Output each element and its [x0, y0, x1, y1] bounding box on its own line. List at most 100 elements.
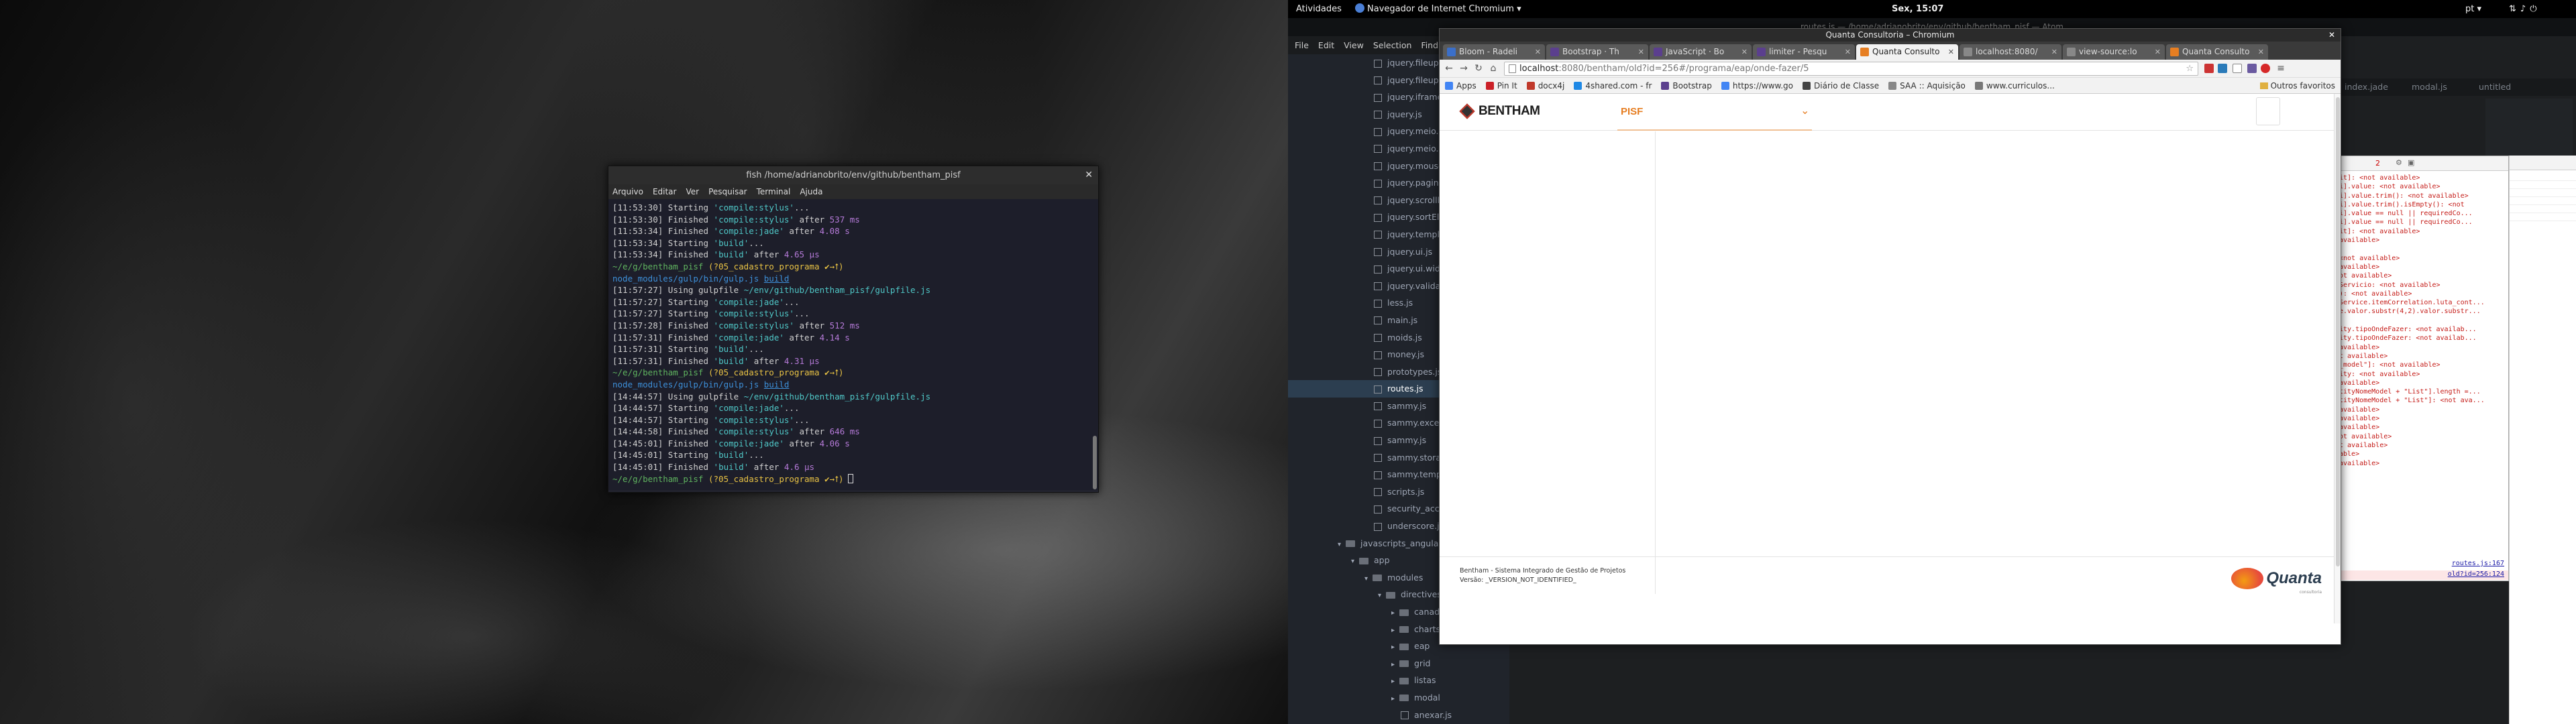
close-icon[interactable]: ✕: [1948, 44, 1954, 60]
terminal-scrollbar[interactable]: [1093, 436, 1097, 489]
bookmark-item[interactable]: 4shared.com - fr: [1574, 78, 1652, 93]
chevron-right-icon[interactable]: ▾: [1338, 536, 1346, 554]
bookmark-item[interactable]: docx4j: [1526, 78, 1564, 93]
clock[interactable]: Sex, 15:07: [1892, 0, 1943, 18]
browser-tab[interactable]: JavaScript · Bo ✕: [1650, 44, 1752, 60]
bookmark-item[interactable]: Apps: [1445, 78, 1477, 93]
address-bar[interactable]: localhost:8080/bentham/old?id=256#/progr…: [1504, 62, 2198, 76]
chevron-right-icon[interactable]: ▸: [1391, 673, 1399, 690]
close-icon[interactable]: ✕: [2328, 29, 2335, 42]
bookmark-item[interactable]: https://www.go: [1721, 78, 1793, 93]
file-icon: [1374, 111, 1382, 119]
browser-tab[interactable]: Bootstrap · Th ✕: [1546, 44, 1648, 60]
browser-tab[interactable]: localhost:8080/ ✕: [1960, 44, 2061, 60]
bookmark-item[interactable]: Diário de Classe: [1803, 78, 1879, 93]
atom-tab[interactable]: modal.js: [2412, 82, 2447, 92]
bookmark-other-folder[interactable]: Outros favoritos: [2255, 78, 2335, 93]
bookmark-item[interactable]: www.curriculos...: [1974, 78, 2055, 93]
atom-tab[interactable]: index.jade: [2345, 82, 2388, 92]
atom-menu-item[interactable]: File: [1295, 36, 1309, 54]
system-selector-label[interactable]: PISF: [1621, 106, 1643, 117]
terminal-output[interactable]: [11:53:30] Starting 'compile:stylus'...[…: [608, 199, 1098, 490]
devtools-watch-values: it]: <not available> i].value: <not avail…: [2335, 171, 2508, 538]
close-icon[interactable]: ✕: [2051, 44, 2057, 60]
atom-menu-item[interactable]: View: [1344, 36, 1364, 54]
menu-icon[interactable]: ≡: [2274, 62, 2288, 75]
browser-tab[interactable]: Bloom - Radeli ✕: [1443, 44, 1545, 60]
browser-tab[interactable]: Quanta Consulto ✕: [1856, 44, 1958, 60]
chevron-right-icon[interactable]: ▸: [1391, 690, 1399, 708]
chevron-down-icon[interactable]: ⌄: [1801, 104, 1809, 117]
tree-folder[interactable]: ▸ listas: [1288, 672, 1509, 689]
terminal-menu-item[interactable]: Ver: [686, 184, 699, 199]
callstack-link[interactable]: routes.js:167: [2335, 558, 2508, 569]
folder-icon: [1399, 660, 1409, 668]
atom-menu-item[interactable]: Edit: [1318, 36, 1334, 54]
extension-icon[interactable]: [2261, 64, 2270, 73]
user-menu-button[interactable]: [2256, 97, 2280, 125]
extension-icon[interactable]: [2204, 64, 2214, 73]
chevron-right-icon[interactable]: ▾: [1364, 570, 1373, 588]
star-icon[interactable]: ☆: [2186, 62, 2194, 75]
app-menu[interactable]: Navegador de Internet Chromium ▾: [1355, 0, 1521, 18]
reload-icon[interactable]: ↻: [1472, 62, 1485, 75]
dock-icon[interactable]: ▣: [2408, 158, 2414, 167]
error-count-badge[interactable]: 2: [2375, 159, 2380, 168]
browser-tab[interactable]: limiter - Pesqu ✕: [1753, 44, 1855, 60]
tab-favicon-icon: [1964, 48, 1972, 56]
bentham-logo[interactable]: BENTHAM: [1459, 103, 1540, 119]
chevron-right-icon[interactable]: ▸: [1391, 605, 1399, 622]
extension-icon[interactable]: [2247, 64, 2257, 73]
terminal-menu-item[interactable]: Ajuda: [800, 184, 822, 199]
bookmark-item[interactable]: Bootstrap: [1661, 78, 1712, 93]
close-icon[interactable]: ✕: [1741, 44, 1748, 60]
close-icon[interactable]: ✕: [2155, 44, 2161, 60]
tree-folder[interactable]: ▸ grid: [1288, 655, 1509, 672]
close-icon[interactable]: ✕: [2258, 44, 2264, 60]
tree-folder[interactable]: ▸ modal: [1288, 689, 1509, 707]
bookmark-item[interactable]: SAA :: Aquisição: [1888, 78, 1966, 93]
terminal-menu-item[interactable]: Pesquisar: [708, 184, 747, 199]
devtools-panel[interactable]: 2 ⚙ ▣ ⏸ it]: <not available>i].value: <n…: [2334, 156, 2509, 581]
cast-icon[interactable]: [2233, 64, 2242, 73]
forward-icon[interactable]: →: [1457, 62, 1470, 75]
chevron-right-icon[interactable]: ▾: [1378, 587, 1386, 605]
extension-icon[interactable]: [2218, 64, 2227, 73]
volume-icon: ♪: [2520, 4, 2530, 14]
chevron-right-icon[interactable]: ▾: [1351, 553, 1359, 570]
browser-tab[interactable]: Quanta Consulto ✕: [2166, 44, 2268, 60]
terminal-menu-item[interactable]: Editar: [653, 184, 677, 199]
close-icon[interactable]: ✕: [1535, 44, 1541, 60]
close-icon[interactable]: ✕: [1638, 44, 1644, 60]
atom-menu-item[interactable]: Selection: [1373, 36, 1412, 54]
back-icon[interactable]: ←: [1442, 62, 1456, 75]
chevron-right-icon[interactable]: ▸: [1391, 622, 1399, 640]
file-icon: [1374, 265, 1382, 274]
close-icon[interactable]: ✕: [1845, 44, 1851, 60]
close-icon[interactable]: ✕: [1085, 166, 1093, 184]
terminal-line: [11:57:27] Using gulpfile ~/env/github/b…: [612, 284, 1094, 296]
browser-tab[interactable]: view-source:lo ✕: [2063, 44, 2165, 60]
chevron-right-icon[interactable]: ▸: [1391, 656, 1399, 674]
system-tray[interactable]: ⇅♪⏻: [2509, 0, 2541, 18]
callstack-link[interactable]: old?id=256:124: [2335, 569, 2508, 580]
keyboard-layout[interactable]: pt ▾: [2465, 0, 2481, 18]
bentham-logo-mark: [1459, 103, 1475, 119]
chromium-titlebar[interactable]: Quanta Consultoria – Chromium ✕: [1440, 29, 2341, 42]
atom-menu-item[interactable]: Find: [1421, 36, 1438, 54]
bookmark-item[interactable]: Pin It: [1485, 78, 1517, 93]
atom-tab[interactable]: untitled: [2479, 82, 2511, 92]
terminal-menu-item[interactable]: Arquivo: [612, 184, 643, 199]
terminal-menu-item[interactable]: Terminal: [757, 184, 791, 199]
home-icon[interactable]: ⌂: [1487, 62, 1500, 75]
activities-button[interactable]: Atividades: [1296, 0, 1342, 18]
page-scrollbar[interactable]: [2334, 94, 2341, 623]
terminal-titlebar[interactable]: fish /home/adrianobrito/env/github/benth…: [608, 166, 1098, 184]
terminal-window[interactable]: fish /home/adrianobrito/env/github/benth…: [608, 166, 1099, 493]
gear-icon[interactable]: ⚙: [2396, 158, 2402, 167]
page-scrollbar-thumb[interactable]: [2336, 97, 2340, 566]
chromium-window[interactable]: Quanta Consultoria – Chromium ✕ Bloom - …: [1439, 28, 2341, 645]
chevron-right-icon[interactable]: ▸: [1391, 639, 1399, 656]
terminal-line: [11:57:31] Finished 'build' after 4.31 μ…: [612, 355, 1094, 367]
tree-file[interactable]: anexar.js: [1288, 707, 1509, 724]
